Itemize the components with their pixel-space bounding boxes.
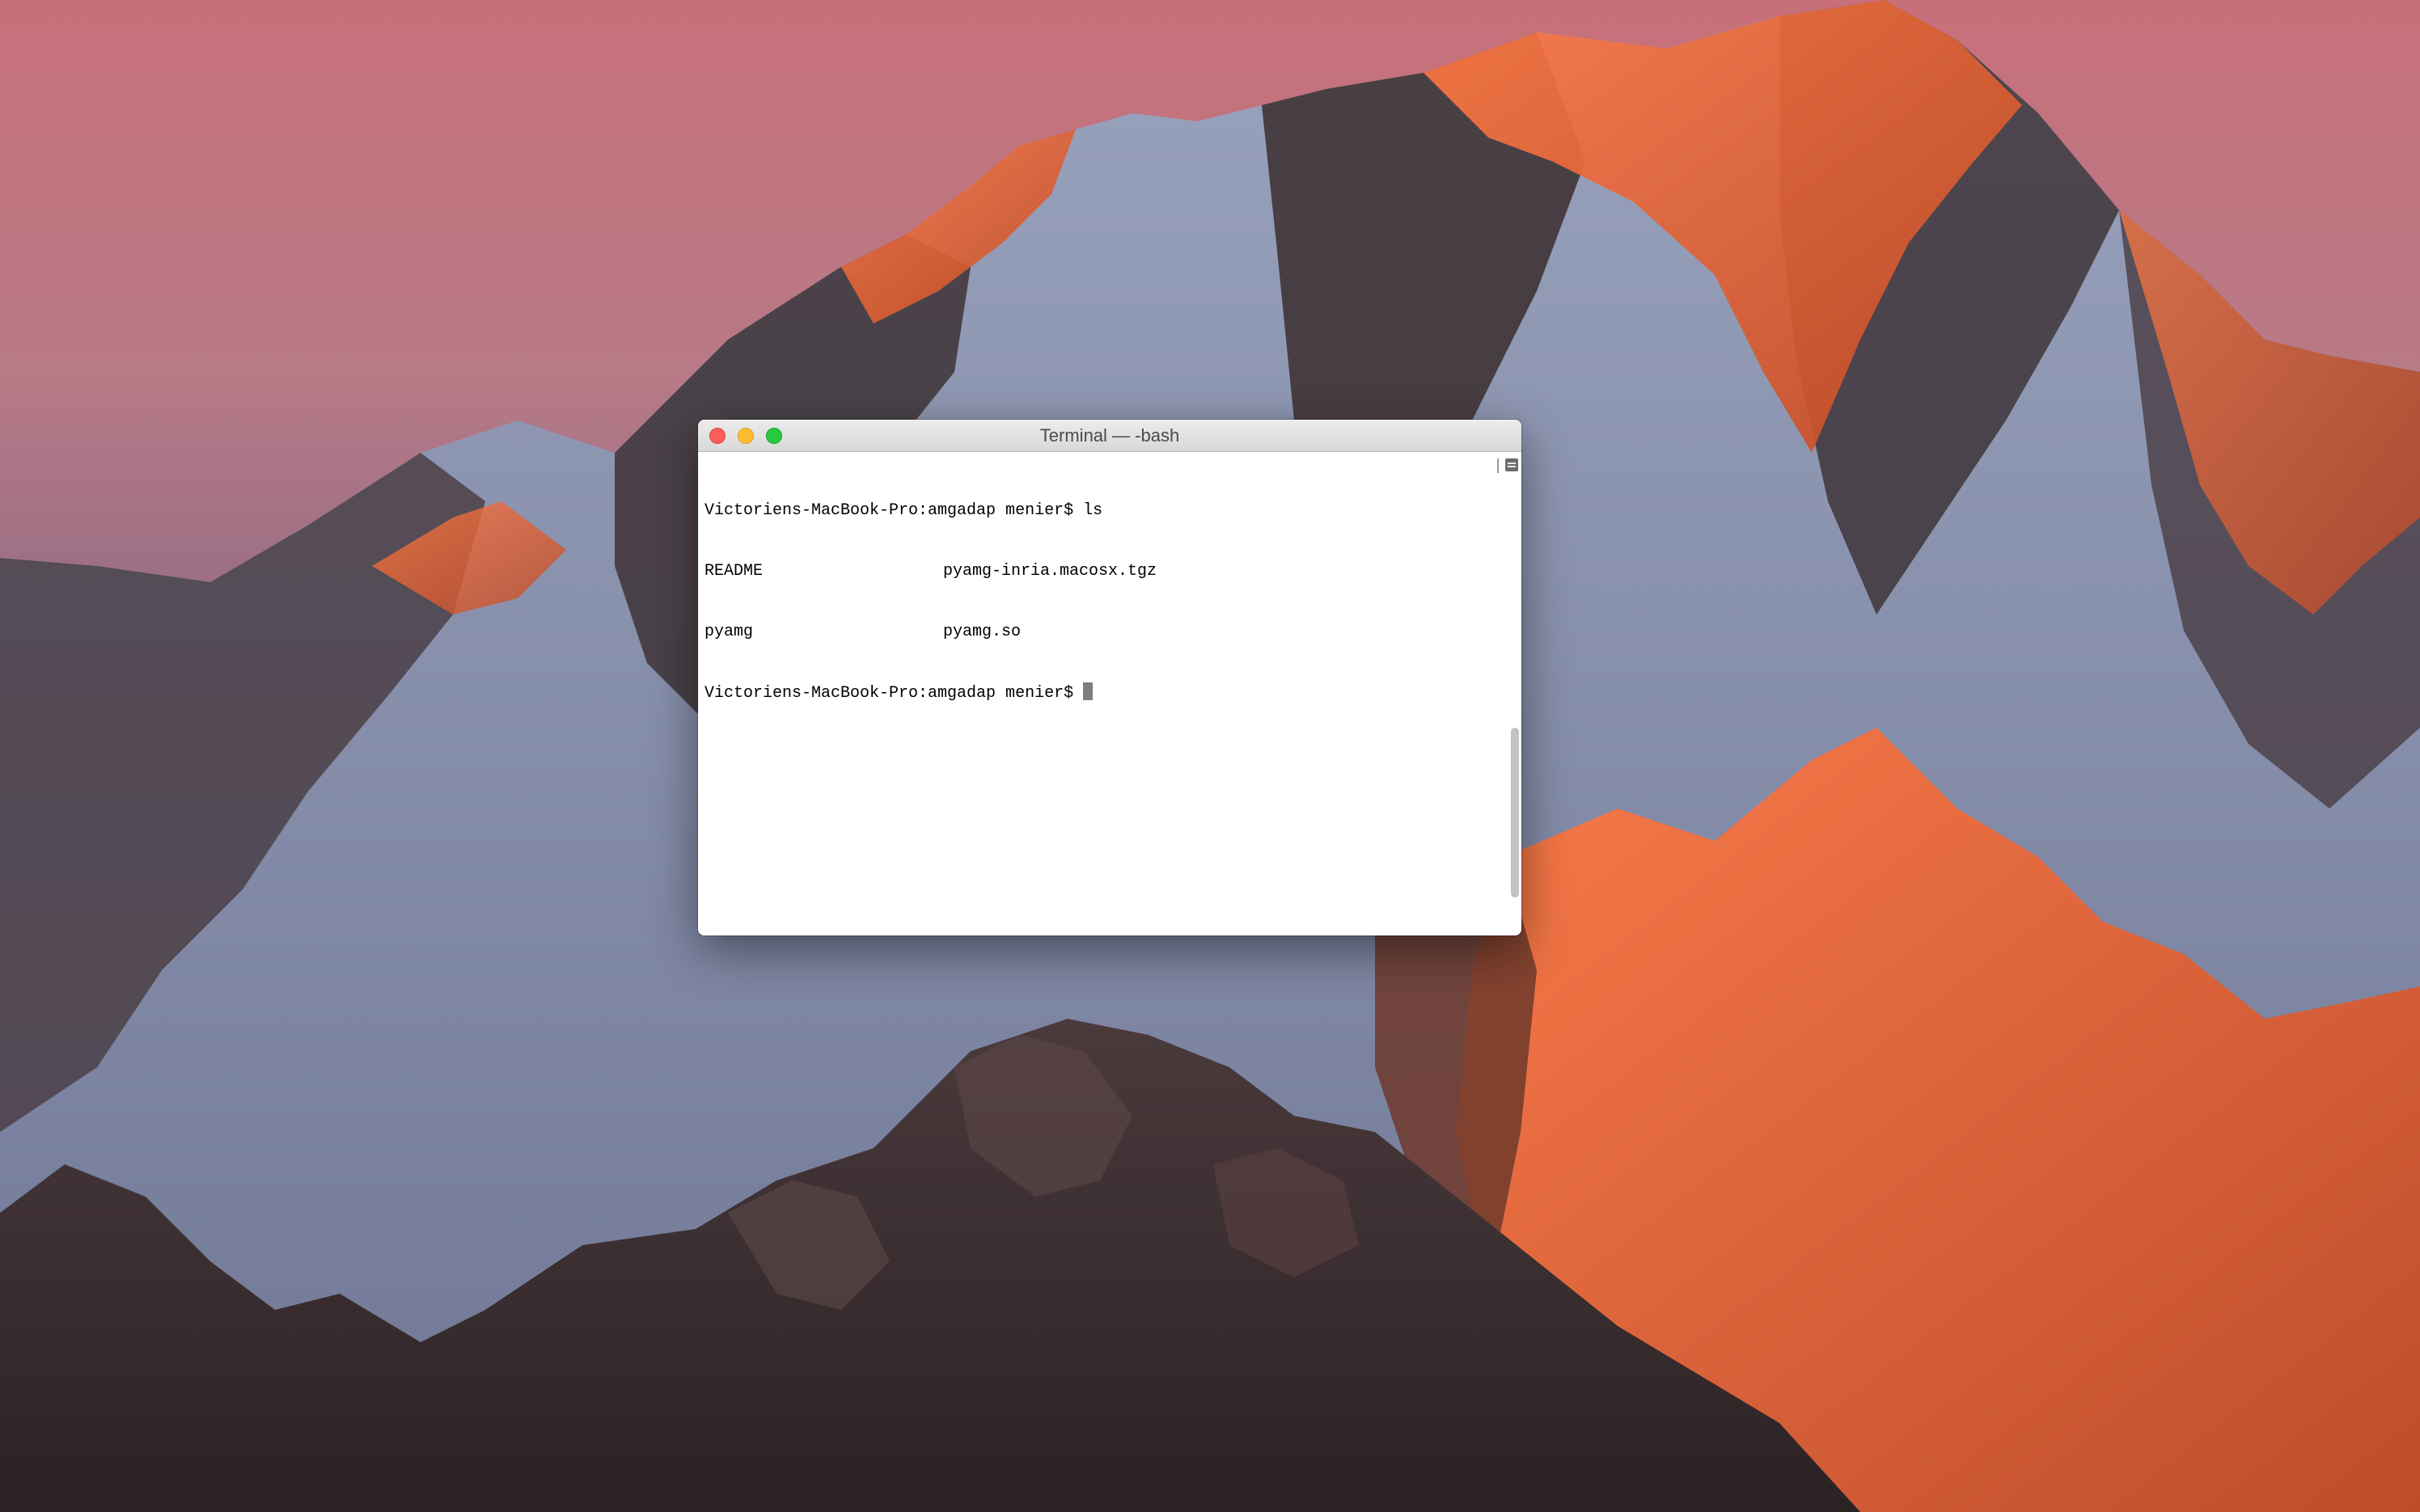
terminal-line: Victoriens-MacBook-Pro:amgadap menier$ l… [704,500,1102,521]
terminal-line: Victoriens-MacBook-Pro:amgadap menier$ [704,682,1102,703]
scrollbar-thumb[interactable] [1511,728,1519,897]
split-pane-handle[interactable] [1497,458,1499,473]
file-entry: pyamg.so [943,623,1022,641]
text-cursor [1083,682,1094,700]
terminal-window[interactable]: Terminal — -bash Victoriens-MacBook-Pro:… [698,420,1521,935]
file-entry: README [704,562,764,581]
window-title: Terminal — -bash [1039,425,1180,446]
file-entry: pyamg-inria.macosx.tgz [943,562,1157,581]
current-prompt: Victoriens-MacBook-Pro:amgadap menier$ [704,684,1084,703]
file-entry: pyamg [704,623,754,641]
split-pane-icon[interactable] [1505,458,1518,471]
terminal-content[interactable]: Victoriens-MacBook-Pro:amgadap menier$ l… [698,452,1521,935]
terminal-output: Victoriens-MacBook-Pro:amgadap menier$ l… [704,460,1157,743]
terminal-line: pyamg pyamg.so [704,622,1102,642]
terminal-line: README pyamg-inria.macosx.tgz [704,561,1157,581]
titlebar[interactable]: Terminal — -bash [698,420,1521,452]
command-prompt-line: Victoriens-MacBook-Pro:amgadap menier$ l… [704,501,1103,520]
